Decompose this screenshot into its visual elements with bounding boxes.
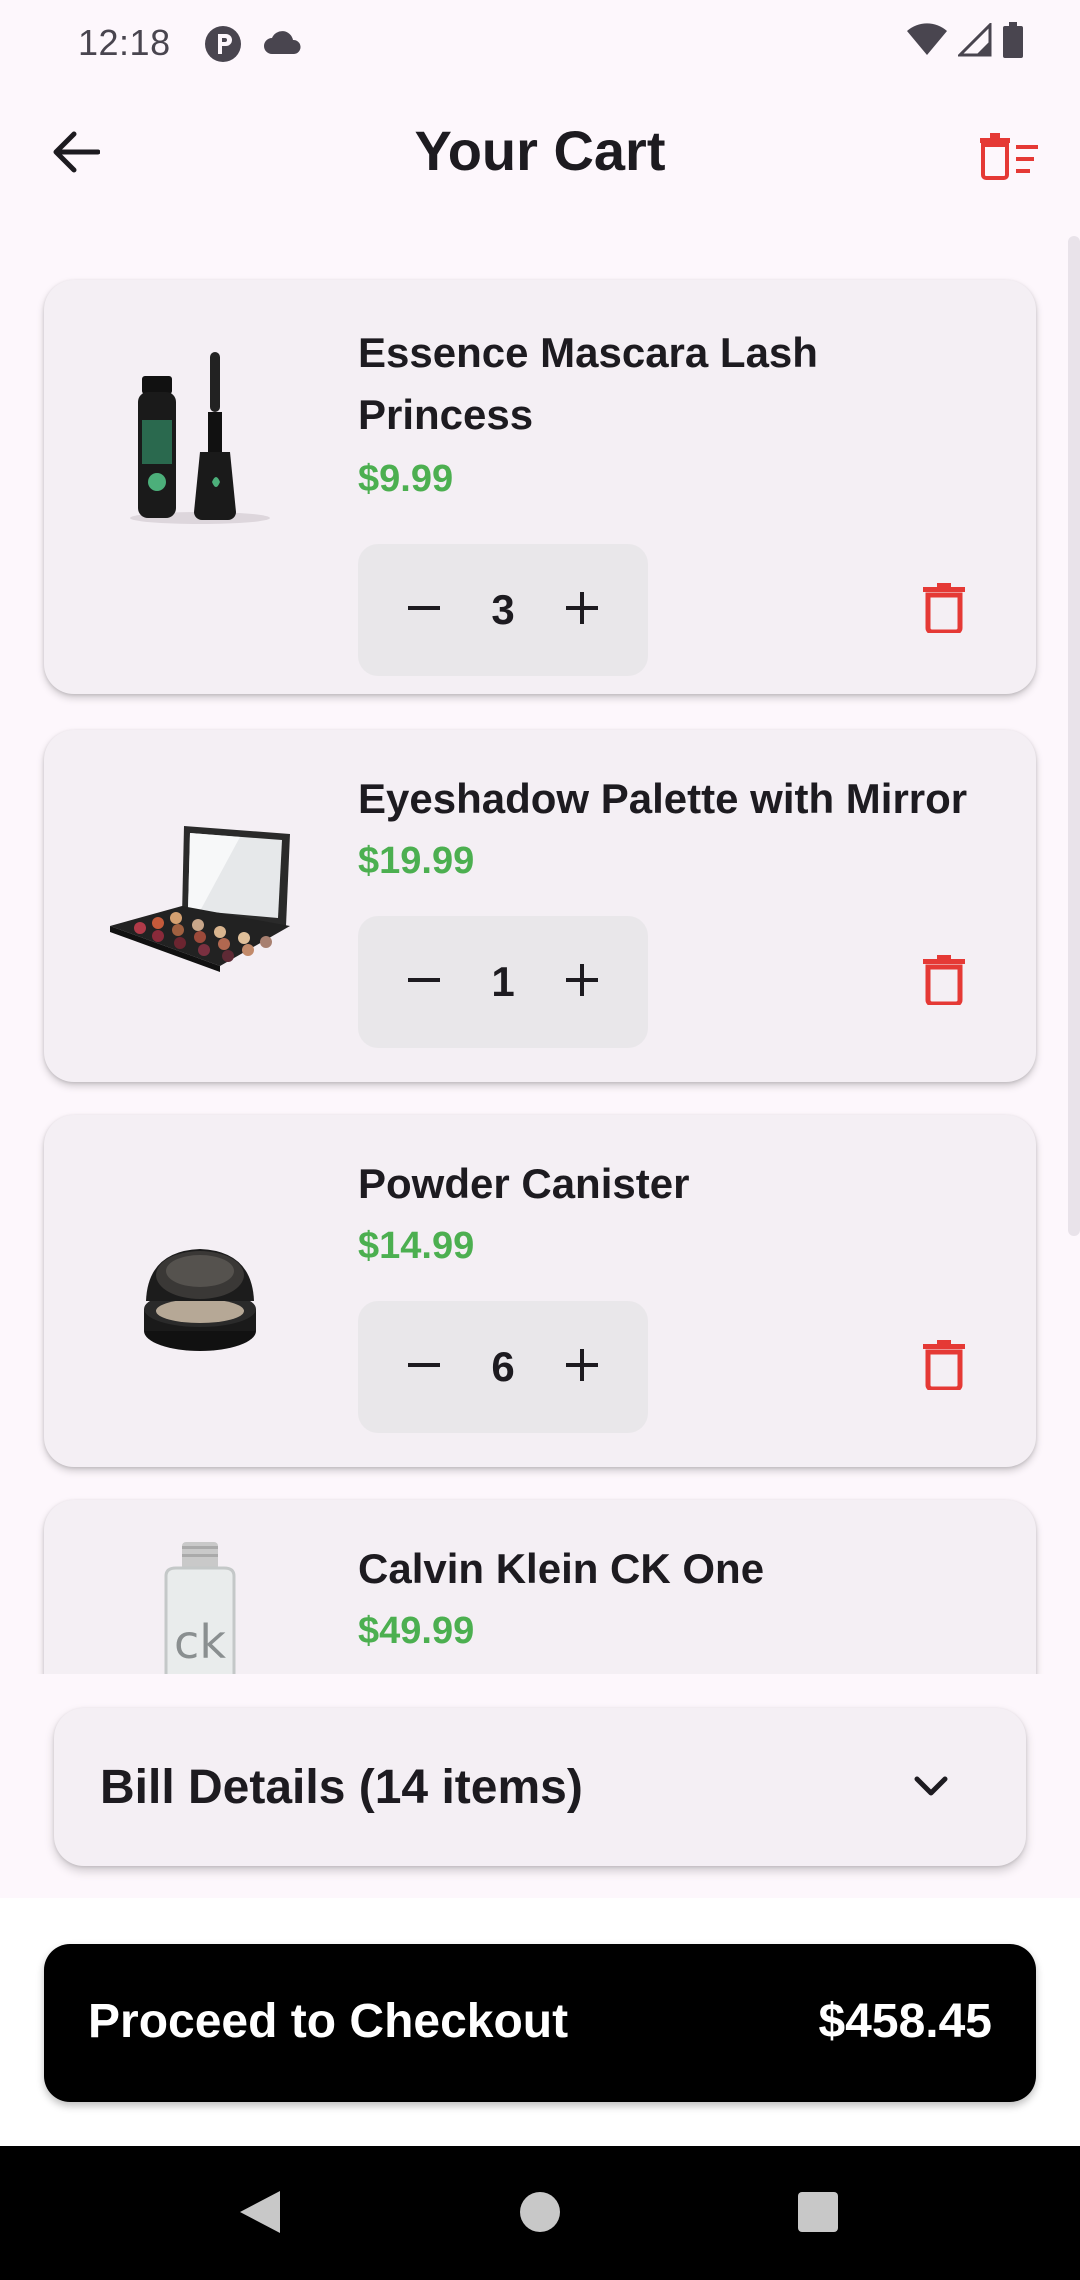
increase-quantity-button[interactable] [556, 956, 608, 1008]
increase-quantity-button[interactable] [556, 1341, 608, 1393]
quantity-stepper: 3 [358, 544, 648, 676]
quantity-stepper: 6 [358, 1301, 648, 1433]
plus-icon [564, 590, 600, 631]
nav-home-button[interactable] [508, 2182, 572, 2246]
increase-quantity-button[interactable] [556, 584, 608, 636]
product-image-powder-canister [100, 1191, 300, 1391]
decrease-quantity-button[interactable] [398, 956, 450, 1008]
quantity-value: 3 [491, 586, 515, 633]
product-image-perfume-bottle: ck [100, 1536, 300, 1674]
checkout-button[interactable]: Proceed to Checkout $458.45 [44, 1944, 1036, 2102]
product-price: $14.99 [358, 1225, 475, 1267]
cart-list[interactable]: Essence Mascara Lash Princess $9.99 3 Ey… [0, 232, 1080, 1674]
circle-home-icon [518, 2190, 562, 2239]
nav-recents-button[interactable] [786, 2182, 850, 2246]
minus-icon [406, 1347, 442, 1388]
checkout-label: Proceed to Checkout [88, 1995, 569, 2048]
bill-details-label: Bill Details (14 items) [100, 1761, 583, 1814]
decrease-quantity-button[interactable] [398, 1341, 450, 1393]
product-name: Powder Canister [358, 1160, 690, 1207]
cart-item: Essence Mascara Lash Princess $9.99 3 [44, 280, 1036, 694]
product-price: $19.99 [358, 840, 475, 882]
delete-item-button[interactable] [908, 574, 980, 646]
plus-icon [564, 1347, 600, 1388]
cart-screen: 12:18 Your Cart Essence Mascara Lash Pri… [0, 0, 1080, 2280]
chevron-down-icon [906, 1762, 956, 1812]
battery-icon [1002, 22, 1024, 63]
checkout-panel: Proceed to Checkout $458.45 [0, 1898, 1080, 2146]
svg-text:ck: ck [174, 1615, 226, 1669]
page-title: Your Cart [414, 119, 666, 182]
checkout-total: $458.45 [818, 1995, 992, 2048]
status-icons-right [906, 21, 1024, 63]
product-name: Essence Mascara Lash Princess [358, 329, 818, 438]
minus-icon [406, 962, 442, 1003]
plus-icon [564, 962, 600, 1003]
status-time: 12:18 [78, 22, 171, 63]
quantity-stepper: 1 [358, 916, 648, 1048]
delete-item-button[interactable] [908, 1331, 980, 1403]
trash-icon [923, 1339, 965, 1395]
cart-item: Eyeshadow Palette with Mirror $19.99 1 [44, 730, 1036, 1082]
trash-icon [923, 954, 965, 1010]
bill-details-toggle[interactable]: Bill Details (14 items) [54, 1708, 1026, 1866]
product-name: Eyeshadow Palette with Mirror [358, 775, 968, 822]
system-nav-bar [0, 2146, 1080, 2280]
cloud-icon [262, 28, 304, 58]
wifi-icon [906, 23, 948, 62]
trash-icon [923, 582, 965, 638]
product-image-eyeshadow-palette [100, 806, 300, 1006]
signal-icon [956, 21, 992, 62]
delete-item-button[interactable] [908, 946, 980, 1018]
square-recents-icon [797, 2191, 839, 2238]
cart-item: ck Calvin Klein CK One $49.99 [44, 1500, 1036, 1674]
product-image-mascara [100, 332, 300, 532]
quantity-value: 1 [491, 958, 515, 1005]
triangle-back-icon [238, 2189, 282, 2240]
product-price: $9.99 [358, 458, 454, 500]
decrease-quantity-button[interactable] [398, 584, 450, 636]
clear-cart-button[interactable] [976, 128, 1046, 188]
delete-sweep-icon [980, 132, 1042, 185]
notification-p-icon [203, 24, 243, 64]
product-name: Calvin Klein CK One [358, 1545, 765, 1592]
minus-icon [406, 590, 442, 631]
nav-back-button[interactable] [228, 2182, 292, 2246]
cart-item: Powder Canister $14.99 6 [44, 1115, 1036, 1467]
quantity-value: 6 [491, 1343, 515, 1390]
status-bar: 12:18 [0, 0, 1080, 88]
scrollbar[interactable] [1068, 236, 1080, 1236]
app-bar: Your Cart [0, 88, 1080, 232]
product-price: $49.99 [358, 1610, 475, 1652]
